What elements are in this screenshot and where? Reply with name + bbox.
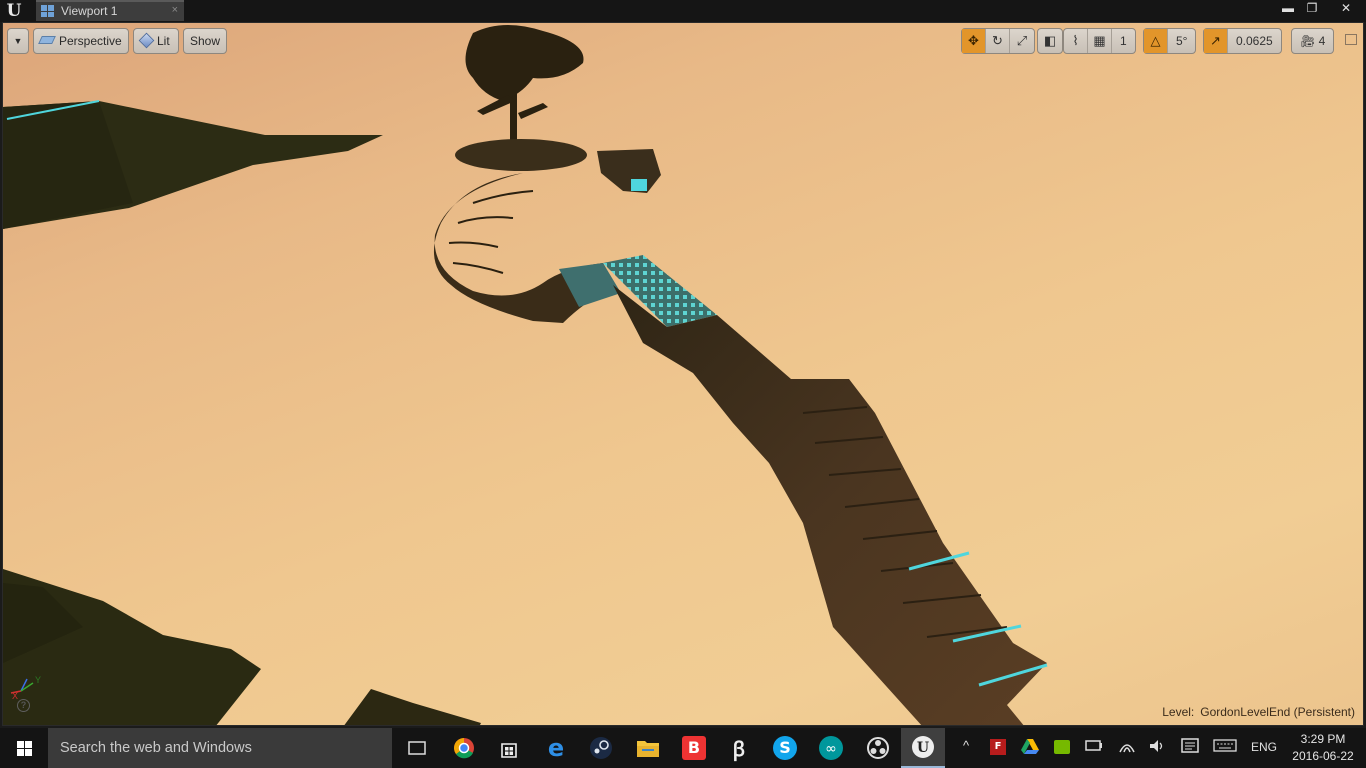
grid-snap-value[interactable]: 1 <box>1112 29 1135 53</box>
stair-ramp <box>613 285 1047 725</box>
grid-snap-group: ⌇ ▦ 1 <box>1063 28 1136 54</box>
language-indicator[interactable]: ENG <box>1250 740 1278 760</box>
svg-text:U: U <box>917 740 929 756</box>
cube-icon[interactable]: ◧ <box>1038 29 1062 53</box>
scale-snap-group: ↗ 0.0625 <box>1203 28 1282 54</box>
surface-snapping-group: ◧ <box>1037 28 1063 54</box>
tab-close-icon[interactable]: × <box>172 4 178 16</box>
camera-icon: 🎥︎ <box>1300 34 1316 48</box>
search-input[interactable]: Search the web and Windows <box>48 728 392 768</box>
angle-icon[interactable]: △ <box>1144 29 1168 53</box>
rotate-icon[interactable]: ↻ <box>986 29 1010 53</box>
start-button[interactable] <box>0 728 48 768</box>
wifi-tray-icon[interactable] <box>1116 738 1138 758</box>
volume-tray-icon[interactable] <box>1146 738 1168 758</box>
perspective-label: Perspective <box>59 34 122 48</box>
unreal-logo-icon[interactable]: U <box>2 1 26 21</box>
action-center-icon[interactable] <box>1180 738 1200 758</box>
clock-date: 2016-06-22 <box>1292 749 1354 763</box>
tab-viewport-1[interactable]: Viewport 1 × <box>36 0 184 21</box>
steam-icon[interactable] <box>586 733 616 763</box>
camera-speed-value: 4 <box>1318 34 1326 48</box>
axis-gizmo: X Y <box>10 675 41 701</box>
help-icon[interactable]: ? <box>17 699 30 712</box>
level-viewport[interactable]: ▼ Perspective Lit Show ✥ ↻ ⤢ ◧ ⌇ ▦ 1 △ 5… <box>2 22 1364 726</box>
arduino-icon[interactable]: ∞ <box>816 733 846 763</box>
camera-speed-button[interactable]: 🎥︎ 4 <box>1292 29 1333 53</box>
google-drive-tray-icon[interactable] <box>1020 738 1040 758</box>
unreal-engine-taskbar-icon[interactable]: U <box>901 728 945 768</box>
file-explorer-icon[interactable] <box>633 733 663 763</box>
rotation-snap-group: △ 5° <box>1143 28 1197 54</box>
title-bar: U Viewport 1 × ▬ ❐ ✕ <box>0 0 1366 22</box>
skype-icon[interactable]: S <box>770 733 800 763</box>
scale-icon[interactable]: ⤢ <box>1010 29 1034 53</box>
keyboard-tray-icon[interactable] <box>1212 738 1238 758</box>
level-label: Level: GordonLevelEnd (Persistent) <box>1162 705 1355 719</box>
filezilla-tray-icon[interactable]: F <box>988 738 1008 758</box>
viewport-options-dropdown[interactable]: ▼ <box>7 28 29 54</box>
scale-snap-value[interactable]: 0.0625 <box>1228 29 1281 53</box>
show-flags-button[interactable]: Show <box>183 28 227 54</box>
store-icon[interactable] <box>494 733 524 763</box>
transform-mode-group: ✥ ↻ ⤢ <box>961 28 1035 54</box>
show-hidden-icons-button[interactable]: ^ <box>956 738 976 758</box>
grid-icon[interactable]: ▦ <box>1088 29 1112 53</box>
clock-time: 3:29 PM <box>1300 732 1346 746</box>
axis-x-label: X <box>12 691 18 701</box>
level-name: GordonLevelEnd (Persistent) <box>1200 705 1355 719</box>
itunes-icon[interactable]: ꞵ <box>724 733 754 763</box>
maximize-viewport-icon[interactable] <box>1345 34 1357 45</box>
task-view-icon[interactable] <box>402 733 432 763</box>
rotation-snap-value[interactable]: 5° <box>1168 29 1195 53</box>
tab-label: Viewport 1 <box>61 4 118 18</box>
floating-platform-bottom-center <box>344 689 481 725</box>
move-icon[interactable]: ✥ <box>962 29 986 53</box>
windows-taskbar: Search the web and Windows e B ꞵ S ∞ U ^… <box>0 728 1366 768</box>
level-prefix: Level: <box>1162 705 1195 719</box>
tree-silhouette <box>465 24 584 141</box>
view-mode-lit-button[interactable]: Lit <box>133 28 179 54</box>
obs-icon[interactable] <box>863 733 893 763</box>
tree-platform <box>455 139 587 171</box>
lit-label: Lit <box>157 34 170 48</box>
scale-arrow-icon[interactable]: ↗ <box>1204 29 1228 53</box>
axis-y-label: Y <box>35 675 41 685</box>
power-tray-icon[interactable] <box>1084 738 1104 758</box>
chrome-icon[interactable] <box>449 733 479 763</box>
close-button[interactable]: ✕ <box>1326 0 1366 17</box>
viewport-tab-icon <box>41 5 54 17</box>
clock[interactable]: 3:29 PM 2016-06-22 <box>1288 731 1358 765</box>
edge-icon[interactable]: e <box>541 733 571 763</box>
perspective-button[interactable]: Perspective <box>33 28 129 54</box>
restore-button[interactable]: ❐ <box>1298 0 1326 17</box>
scene-render <box>3 24 1048 725</box>
nvidia-tray-icon[interactable] <box>1052 738 1072 758</box>
perspective-icon <box>38 36 56 44</box>
snap-surface-icon[interactable]: ⌇ <box>1064 29 1088 53</box>
lit-sphere-icon <box>138 32 155 49</box>
svg-text:∞: ∞ <box>825 741 837 757</box>
camera-speed-group: 🎥︎ 4 <box>1291 28 1335 54</box>
bandicam-icon[interactable]: B <box>679 733 709 763</box>
